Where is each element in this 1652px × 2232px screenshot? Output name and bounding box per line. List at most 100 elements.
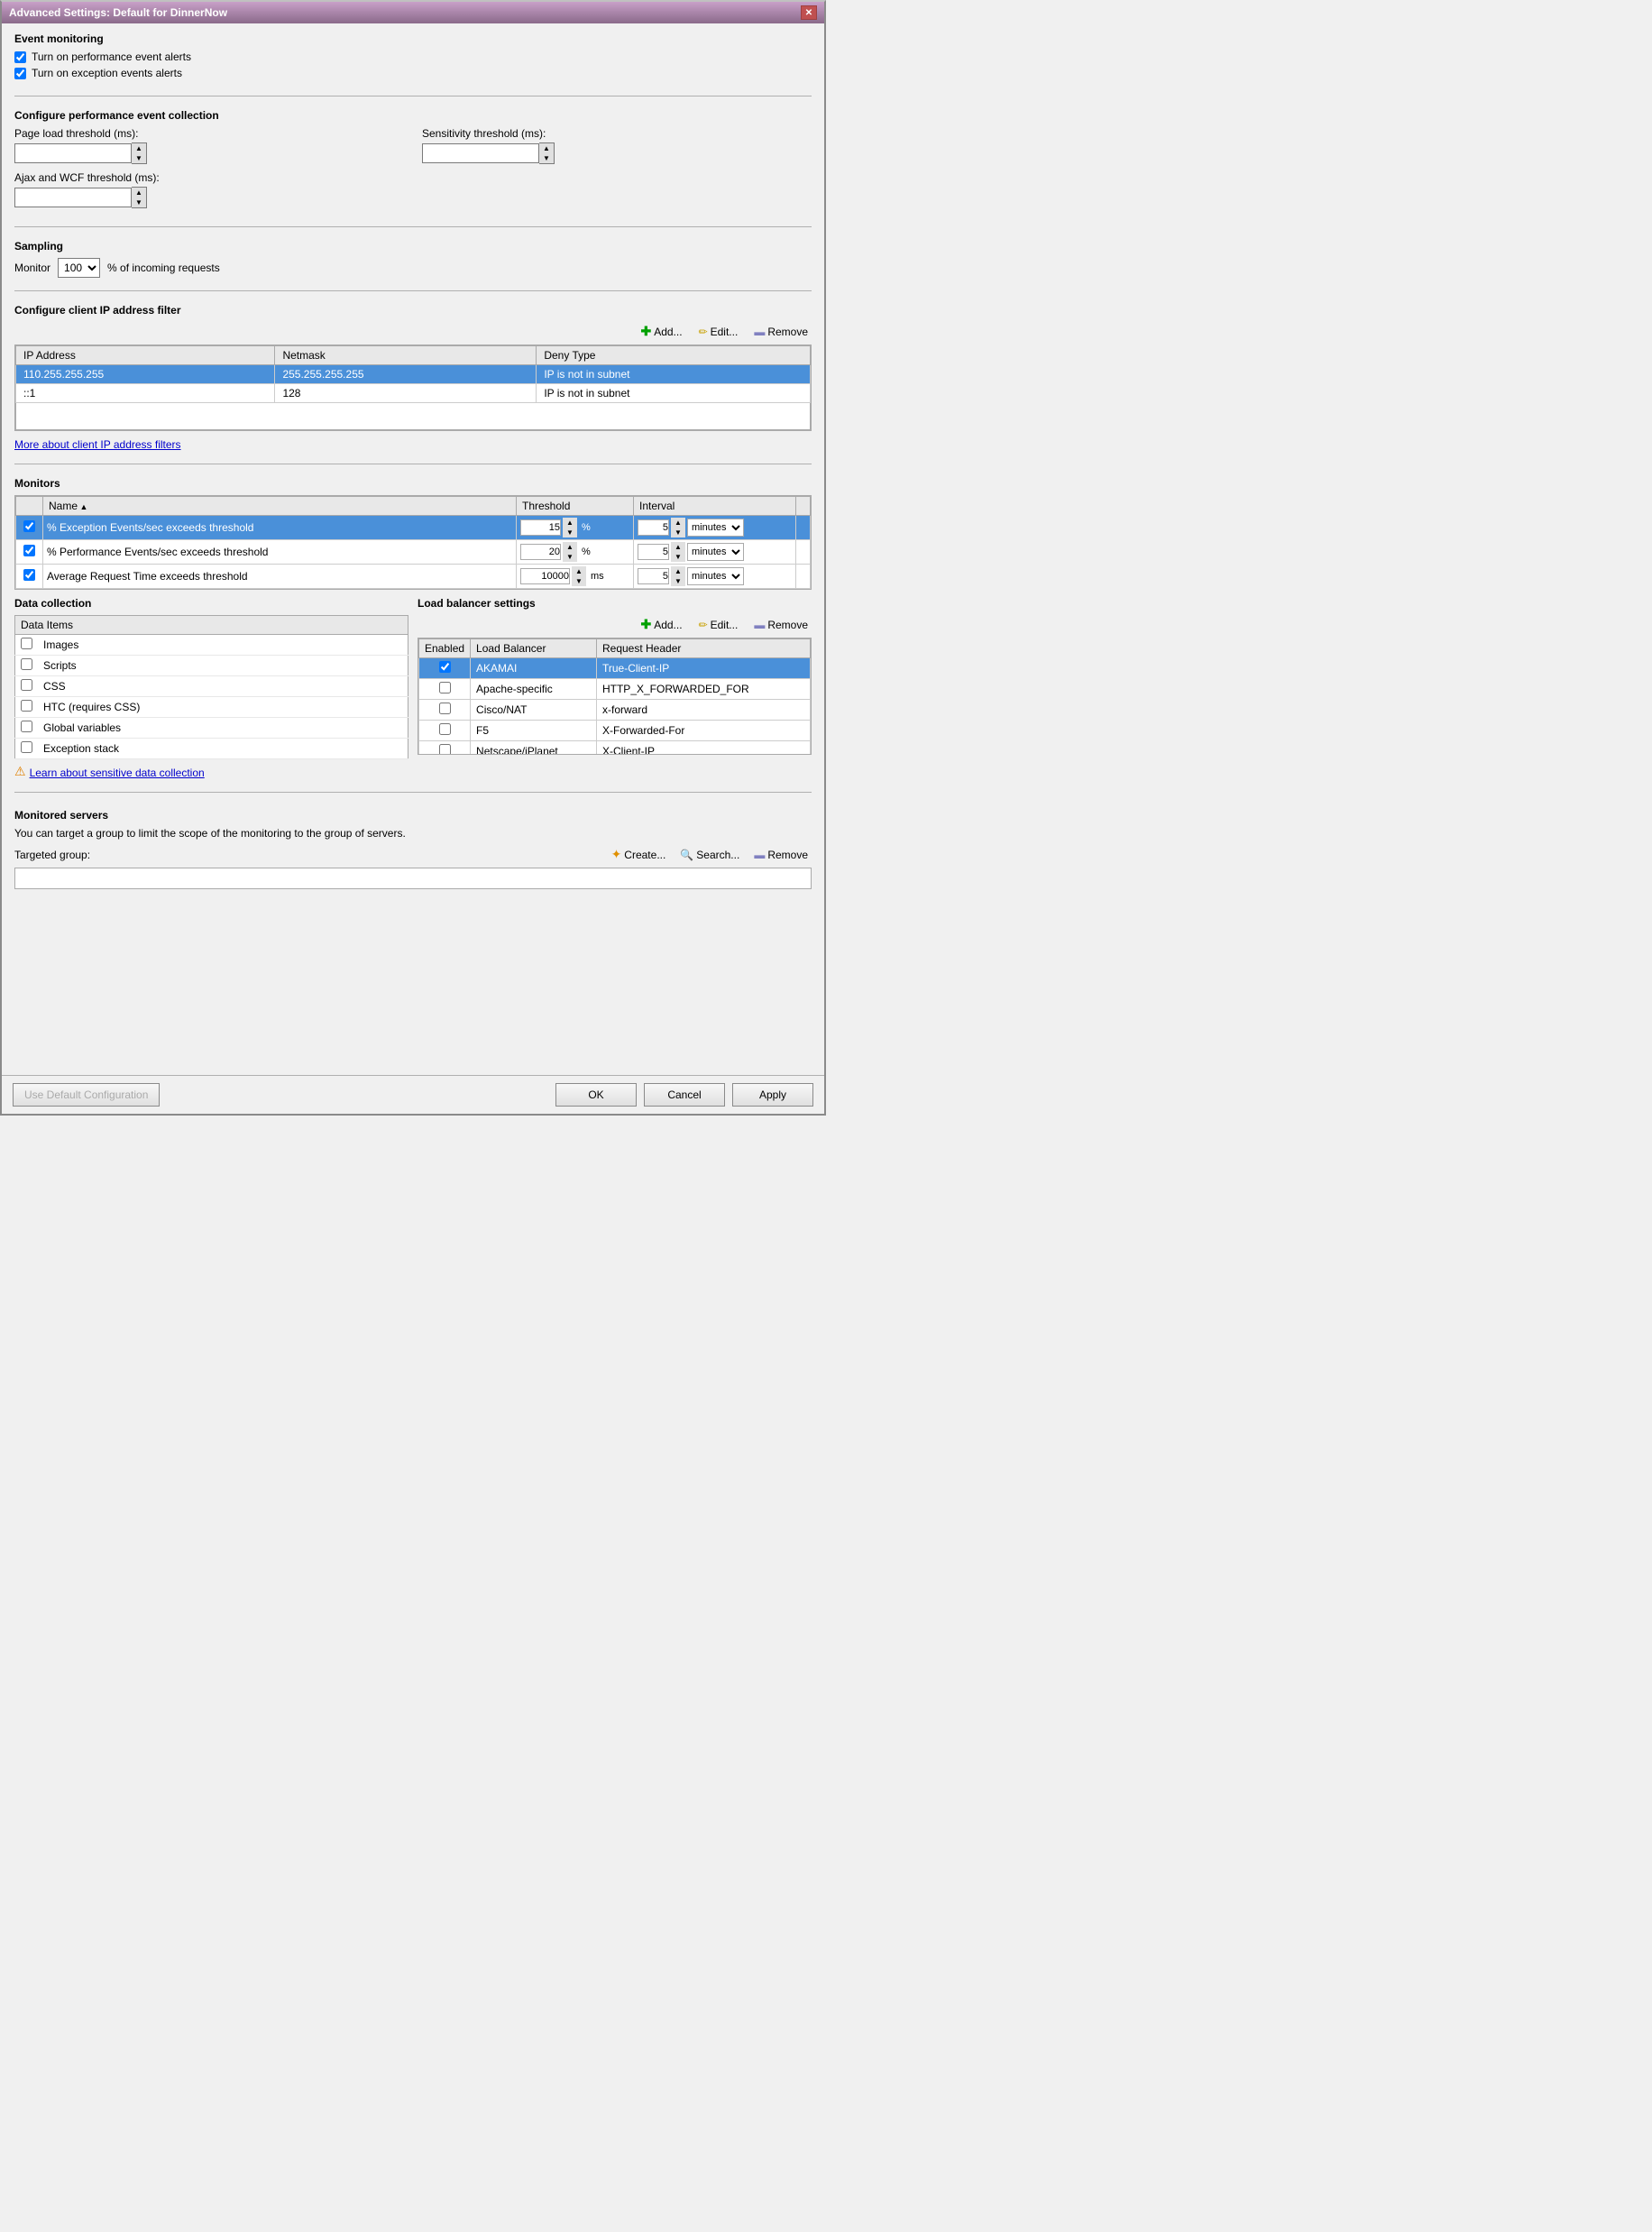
ajax-up[interactable]: ▲ xyxy=(132,188,146,197)
threshold-input[interactable] xyxy=(520,568,570,584)
threshold-down[interactable]: ▼ xyxy=(563,552,577,562)
threshold-input[interactable] xyxy=(520,544,561,560)
table-row[interactable]: Average Request Time exceeds threshold ▲… xyxy=(16,565,811,589)
lb-remove-button[interactable]: ▬ Remove xyxy=(750,615,812,634)
netmask-col-header: Netmask xyxy=(275,346,537,365)
data-item-check[interactable] xyxy=(21,741,32,753)
sampling-row: Monitor 100 75 50 25 10 % of incoming re… xyxy=(14,258,812,278)
data-items-col-header: Data Items xyxy=(15,616,408,635)
apply-button[interactable]: Apply xyxy=(732,1083,813,1107)
lb-header-row: Enabled Load Balancer Request Header xyxy=(419,639,811,658)
sensitivity-input[interactable]: 3000 xyxy=(422,143,539,163)
table-row[interactable]: AKAMAI True-Client-IP xyxy=(419,658,811,679)
page-load-down[interactable]: ▼ xyxy=(132,153,146,163)
lb-edit-button[interactable]: ✏ Edit... xyxy=(695,615,742,634)
sensitive-link[interactable]: Learn about sensitive data collection xyxy=(30,767,205,779)
ip-filter-section: Configure client IP address filter ✚ Add… xyxy=(14,304,812,451)
search-button[interactable]: 🔍 Search... xyxy=(676,847,743,863)
sensitivity-down[interactable]: ▼ xyxy=(539,153,554,163)
lb-title: Load balancer settings xyxy=(418,597,812,610)
interval-input[interactable] xyxy=(638,568,669,584)
interval-down[interactable]: ▼ xyxy=(671,576,685,586)
threshold-down[interactable]: ▼ xyxy=(563,528,577,537)
interval-input[interactable] xyxy=(638,544,669,560)
data-items-header: Data Items xyxy=(15,616,408,635)
data-item-check[interactable] xyxy=(21,658,32,670)
interval-input[interactable] xyxy=(638,519,669,536)
lb-enabled-check[interactable] xyxy=(439,723,451,735)
data-item-check[interactable] xyxy=(21,679,32,691)
data-item-check[interactable] xyxy=(21,700,32,712)
sensitivity-up[interactable]: ▲ xyxy=(539,143,554,153)
interval-up[interactable]: ▲ xyxy=(671,542,685,552)
netmask-cell: 255.255.255.255 xyxy=(275,365,537,384)
lb-enabled-check[interactable] xyxy=(439,661,451,673)
threshold-up[interactable]: ▲ xyxy=(572,566,586,576)
ajax-down[interactable]: ▼ xyxy=(132,197,146,207)
sampling-select[interactable]: 100 75 50 25 10 xyxy=(58,258,100,278)
interval-up[interactable]: ▲ xyxy=(671,566,685,576)
interval-unit-select[interactable]: minutes seconds hours xyxy=(687,543,744,561)
perf-alerts-checkbox[interactable] xyxy=(14,51,26,63)
page-load-label: Page load threshold (ms): xyxy=(14,127,404,140)
servers-remove-button[interactable]: ▬ Remove xyxy=(750,847,812,863)
threshold-input[interactable] xyxy=(520,519,561,536)
threshold-up[interactable]: ▲ xyxy=(563,542,577,552)
monitors-name-col[interactable]: Name xyxy=(43,497,517,516)
data-item-check[interactable] xyxy=(21,721,32,732)
lb-enabled-check[interactable] xyxy=(439,682,451,693)
table-row[interactable]: ::1 128 IP is not in subnet xyxy=(16,384,811,403)
create-button[interactable]: ✦ Create... xyxy=(608,845,670,864)
threshold-up[interactable]: ▲ xyxy=(563,518,577,528)
interval-down[interactable]: ▼ xyxy=(671,528,685,537)
lb-header-col: Request Header xyxy=(596,639,810,658)
table-row[interactable]: Apache-specific HTTP_X_FORWARDED_FOR xyxy=(419,679,811,700)
list-item: Global variables xyxy=(15,718,408,739)
ajax-input[interactable]: 5000 xyxy=(14,188,132,207)
lb-header-cell: X-Client-IP xyxy=(596,741,810,756)
ok-button[interactable]: OK xyxy=(555,1083,637,1107)
ip-edit-button[interactable]: ✏ Edit... xyxy=(695,322,742,341)
ip-filter-link[interactable]: More about client IP address filters xyxy=(14,438,181,451)
table-row[interactable]: Cisco/NAT x-forward xyxy=(419,700,811,721)
ajax-spinner-buttons: ▲ ▼ xyxy=(132,187,147,208)
default-config-button[interactable]: Use Default Configuration xyxy=(13,1083,160,1107)
threshold-down[interactable]: ▼ xyxy=(572,576,586,586)
page-load-spinner-buttons: ▲ ▼ xyxy=(132,142,147,164)
table-row[interactable]: Netscape/iPlanet X-Client-IP xyxy=(419,741,811,756)
page-load-input[interactable]: 15000 xyxy=(14,143,132,163)
edit-pencil-icon: ✏ xyxy=(699,619,708,631)
list-item: Exception stack xyxy=(15,739,408,759)
targeted-group-input[interactable] xyxy=(14,868,812,889)
lb-enabled-check[interactable] xyxy=(439,703,451,714)
page-load-up[interactable]: ▲ xyxy=(132,143,146,153)
monitor-row-check[interactable] xyxy=(23,520,35,532)
edit-pencil-icon: ✏ xyxy=(699,326,708,338)
cancel-button[interactable]: Cancel xyxy=(644,1083,725,1107)
table-row[interactable]: F5 X-Forwarded-For xyxy=(419,721,811,741)
interval-unit-select[interactable]: minutes seconds hours xyxy=(687,567,744,585)
monitors-table: Name Threshold Interval % Exception Even… xyxy=(15,496,811,589)
ip-remove-button[interactable]: ▬ Remove xyxy=(750,322,812,341)
lb-add-button[interactable]: ✚ Add... xyxy=(637,615,685,634)
ip-cell: 110.255.255.255 xyxy=(16,365,275,384)
lb-header-cell: X-Forwarded-For xyxy=(596,721,810,741)
close-button[interactable]: ✕ xyxy=(801,5,817,20)
lb-enabled-check[interactable] xyxy=(439,744,451,755)
ip-add-button[interactable]: ✚ Add... xyxy=(637,322,685,341)
monitor-row-check[interactable] xyxy=(23,545,35,556)
monitor-row-check[interactable] xyxy=(23,569,35,581)
interval-up[interactable]: ▲ xyxy=(671,518,685,528)
table-row[interactable]: 110.255.255.255 255.255.255.255 IP is no… xyxy=(16,365,811,384)
interval-down[interactable]: ▼ xyxy=(671,552,685,562)
lb-remove-label: Remove xyxy=(767,619,808,631)
exception-alerts-checkbox[interactable] xyxy=(14,68,26,79)
table-row[interactable]: % Performance Events/sec exceeds thresho… xyxy=(16,540,811,565)
monitor-name-cell: % Performance Events/sec exceeds thresho… xyxy=(43,540,517,565)
interval-unit-select[interactable]: minutes seconds hours xyxy=(687,519,744,537)
data-collection-title: Data collection xyxy=(14,597,408,610)
data-item-check[interactable] xyxy=(21,638,32,649)
table-row[interactable]: % Exception Events/sec exceeds threshold… xyxy=(16,516,811,540)
dialog-buttons: OK Cancel Apply xyxy=(555,1083,813,1107)
monitors-section: Monitors Name Threshold Interval xyxy=(14,477,812,590)
